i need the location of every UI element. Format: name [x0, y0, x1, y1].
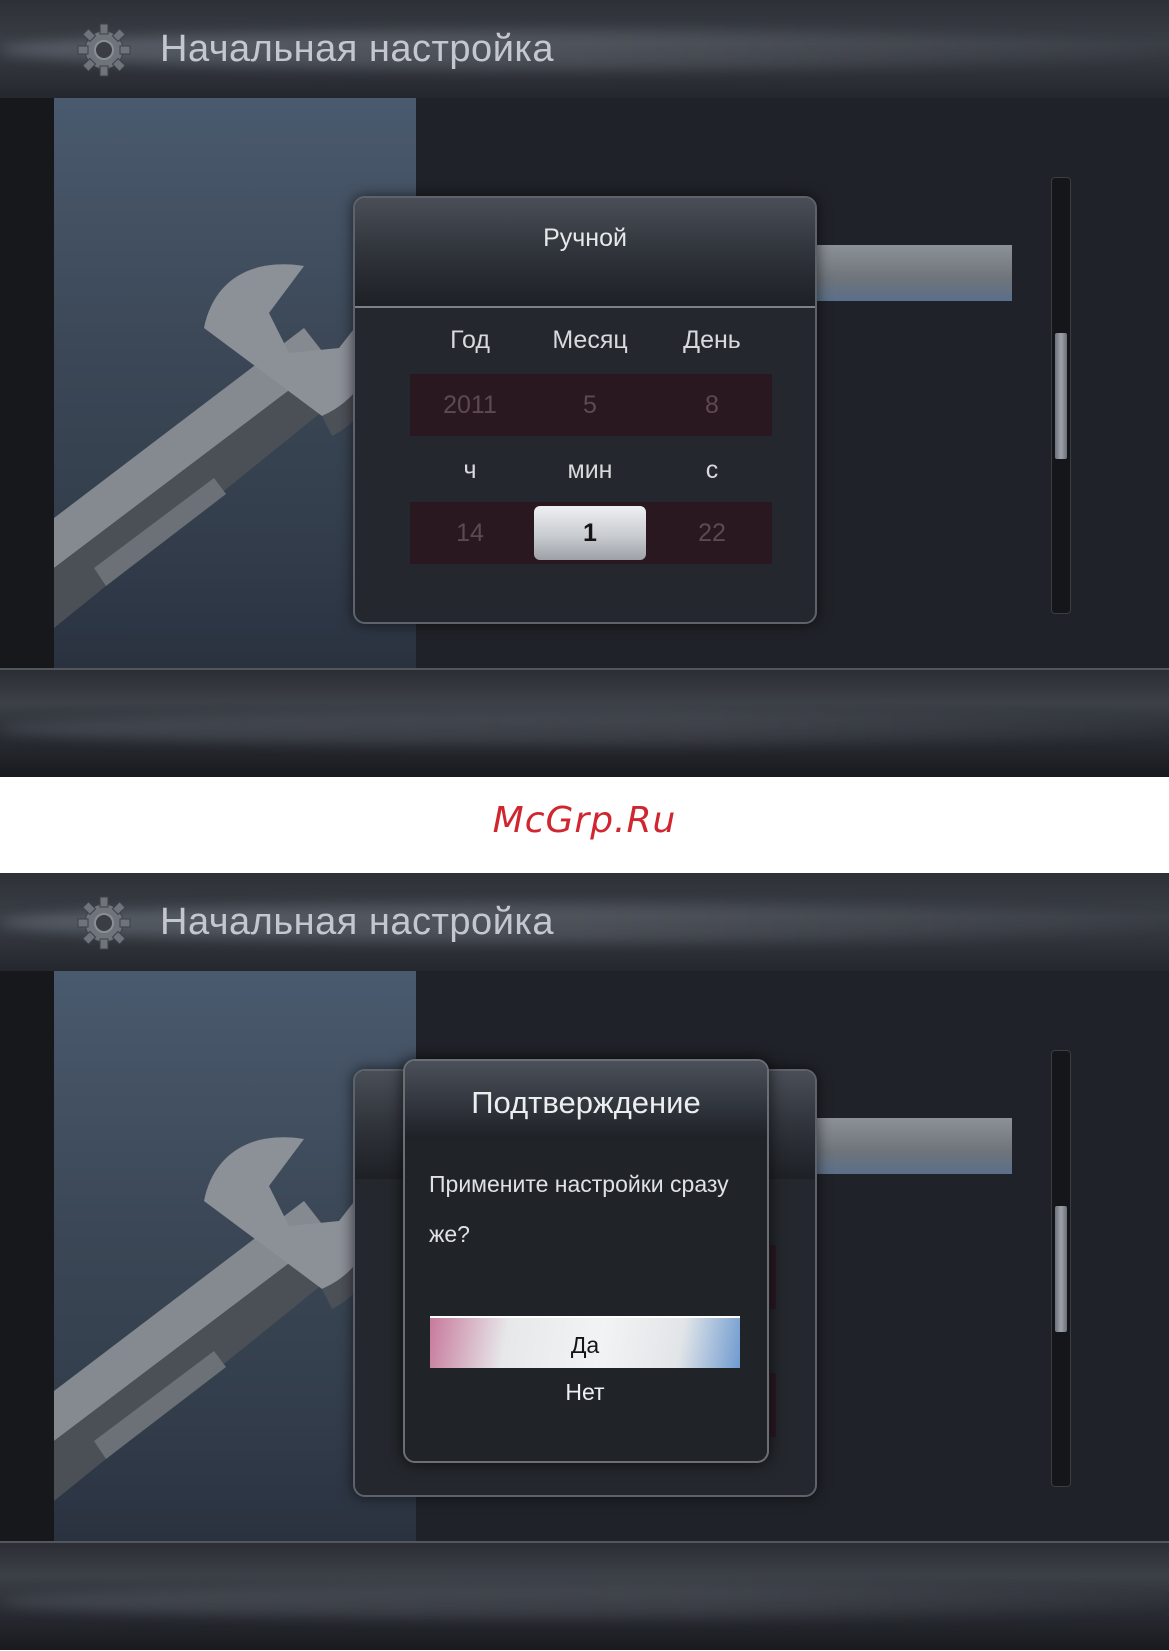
date-row: 2011 5 8 [410, 374, 772, 436]
no-button[interactable]: Нет [430, 1379, 740, 1406]
minute-field[interactable]: 1 [534, 506, 646, 560]
menu-highlight-bar [812, 1118, 1012, 1174]
left-strip [0, 98, 54, 668]
dialog-title: Ручной [543, 224, 627, 252]
month-field[interactable]: 5 [530, 374, 650, 436]
footer-bar [0, 1541, 1169, 1650]
day-field[interactable]: 8 [652, 374, 772, 436]
yes-button[interactable]: Да [430, 1316, 740, 1368]
manual-time-dialog: Ручной Год Месяц День 2011 5 8 ч мин с 1… [353, 196, 817, 624]
scrollbar-thumb[interactable] [1055, 333, 1067, 459]
confirm-header: Подтверждение [405, 1061, 767, 1139]
footer-swoosh [0, 712, 1169, 746]
label-month: Месяц [552, 326, 628, 354]
scrollbar[interactable] [1051, 177, 1071, 614]
label-second: с [705, 456, 719, 484]
page-title: Начальная настройка [160, 28, 555, 70]
page-title: Начальная настройка [160, 901, 555, 943]
background-field-edge [770, 1245, 776, 1309]
gear-icon [77, 896, 131, 950]
left-strip [0, 971, 54, 1541]
label-year: Год [450, 326, 490, 354]
background-field-edge [770, 1373, 776, 1437]
header-bar: Начальная настройка [0, 873, 1169, 973]
year-field[interactable]: 2011 [410, 374, 530, 436]
menu-highlight-bar [812, 245, 1012, 301]
scrollbar[interactable] [1051, 1050, 1071, 1487]
watermark: McGrp.Ru [492, 800, 677, 841]
label-minute: мин [567, 456, 613, 484]
confirm-title: Подтверждение [471, 1085, 701, 1120]
gear-icon [77, 23, 131, 77]
confirmation-dialog: Подтверждение Примените настройки сразу … [403, 1059, 769, 1463]
dialog-header: Ручной [355, 198, 815, 308]
scrollbar-thumb[interactable] [1055, 1206, 1067, 1332]
screen-confirmation: Начальная настройка Подтверждение Примен… [0, 873, 1169, 1650]
second-field[interactable]: 22 [652, 502, 772, 564]
time-row: 14 1 22 [410, 502, 772, 564]
label-hour: ч [463, 456, 477, 484]
header-bar: Начальная настройка [0, 0, 1169, 100]
hour-field[interactable]: 14 [410, 502, 530, 564]
footer-swoosh [0, 1585, 1169, 1619]
label-day: День [683, 326, 741, 354]
footer-bar [0, 668, 1169, 777]
confirm-message: Примените настройки сразу же? [429, 1171, 729, 1247]
screen-manual-time: Начальная настройка Ручной Год Месяц Ден… [0, 0, 1169, 777]
